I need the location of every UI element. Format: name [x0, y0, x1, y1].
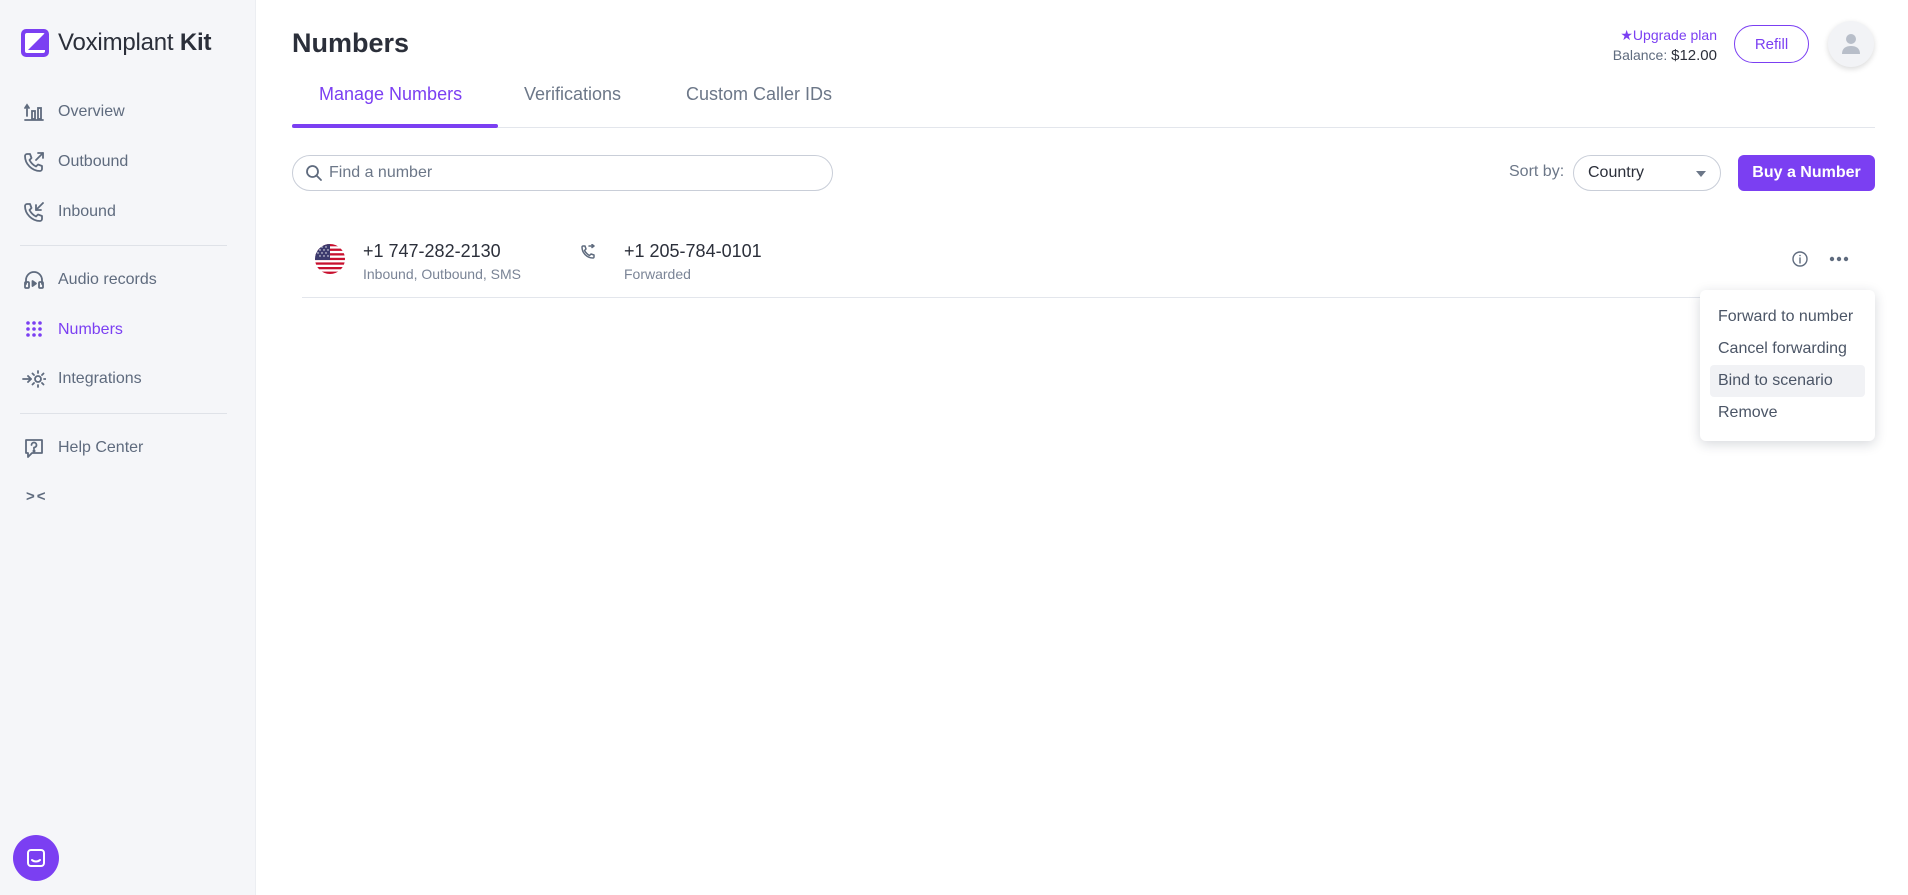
sidebar-item-integrations[interactable]: Integrations	[22, 364, 142, 394]
sidebar-collapse-button[interactable]: ><	[26, 488, 48, 505]
support-chat-button[interactable]	[13, 835, 59, 881]
sidebar-item-label: Help Center	[58, 439, 144, 456]
sidebar-item-help-center[interactable]: Help Center	[22, 433, 143, 463]
sidebar-item-numbers[interactable]: Numbers	[22, 315, 123, 345]
user-icon	[1842, 34, 1860, 54]
app-name: Voximplant Kit	[58, 29, 212, 56]
outbound-call-icon	[22, 150, 46, 174]
tab-manage-numbers[interactable]: Manage Numbers	[319, 84, 462, 128]
sidebar-item-label: Integrations	[58, 370, 142, 387]
sidebar-item-audio-records[interactable]: Audio records	[22, 265, 157, 295]
sidebar-item-label: Numbers	[58, 321, 123, 338]
more-options-icon[interactable]	[1826, 250, 1852, 268]
sidebar-divider	[20, 245, 227, 246]
inbound-call-icon	[22, 200, 46, 224]
number-actions-menu: Forward to number Cancel forwarding Bind…	[1700, 290, 1875, 441]
sidebar-item-label: Audio records	[58, 271, 157, 288]
overview-chart-icon	[22, 100, 46, 124]
sidebar-item-inbound[interactable]: Inbound	[22, 197, 116, 227]
menu-item-bind-to-scenario[interactable]: Bind to scenario	[1710, 365, 1865, 397]
voximplant-logo-icon	[21, 29, 49, 57]
balance-label: Balance:	[1612, 47, 1668, 63]
tab-custom-caller-ids[interactable]: Custom Caller IDs	[686, 84, 832, 128]
user-avatar[interactable]	[1828, 21, 1874, 67]
sidebar-item-label: Outbound	[58, 153, 129, 170]
info-icon[interactable]	[1791, 250, 1809, 268]
search-input[interactable]	[329, 164, 819, 182]
app-root: Voximplant Kit Overview Outbound Inbound…	[0, 0, 1908, 895]
tabs-bar: Manage Numbers Verifications Custom Call…	[292, 78, 1875, 128]
chevron-down-icon	[1696, 171, 1706, 177]
balance-display: Balance: $12.00	[1613, 47, 1717, 64]
balance-value: $12.00	[1671, 47, 1717, 64]
help-icon	[22, 436, 46, 460]
keypad-icon	[22, 318, 46, 342]
menu-item-cancel-forwarding[interactable]: Cancel forwarding	[1710, 333, 1865, 365]
sidebar-divider	[20, 413, 227, 414]
sidebar-item-overview[interactable]: Overview	[22, 97, 125, 127]
sort-label: Sort by:	[1509, 163, 1565, 180]
page-title: Numbers	[292, 28, 410, 58]
forward-number: +1 205-784-0101	[624, 241, 762, 261]
sidebar: Voximplant Kit Overview Outbound Inbound…	[0, 0, 256, 895]
upgrade-plan-link[interactable]: ★Upgrade plan	[1620, 27, 1717, 44]
sort-select[interactable]: Country	[1573, 155, 1721, 191]
headphones-icon	[22, 268, 46, 292]
tab-verifications[interactable]: Verifications	[524, 84, 621, 128]
search-box	[292, 155, 833, 191]
refill-button[interactable]: Refill	[1734, 25, 1809, 63]
buy-number-button[interactable]: Buy a Number	[1738, 155, 1875, 191]
number-capabilities: Inbound, Outbound, SMS	[363, 266, 521, 282]
phone-number: +1 747-282-2130	[363, 241, 501, 261]
app-logo[interactable]: Voximplant Kit	[20, 28, 211, 58]
sidebar-item-label: Inbound	[58, 203, 116, 220]
forward-status: Forwarded	[624, 266, 691, 282]
sort-select-value: Country	[1588, 164, 1645, 181]
chat-icon	[27, 849, 45, 867]
us-flag-icon	[315, 244, 345, 274]
menu-item-forward-to-number[interactable]: Forward to number	[1710, 301, 1865, 333]
integrations-gear-icon	[22, 367, 46, 391]
menu-item-remove[interactable]: Remove	[1710, 397, 1865, 429]
call-forward-icon	[581, 244, 595, 259]
active-tab-indicator	[292, 124, 498, 128]
search-icon	[306, 165, 322, 181]
number-row[interactable]: +1 747-282-2130 Inbound, Outbound, SMS +…	[302, 230, 1875, 298]
sidebar-item-outbound[interactable]: Outbound	[22, 147, 128, 177]
sidebar-item-label: Overview	[58, 103, 125, 120]
